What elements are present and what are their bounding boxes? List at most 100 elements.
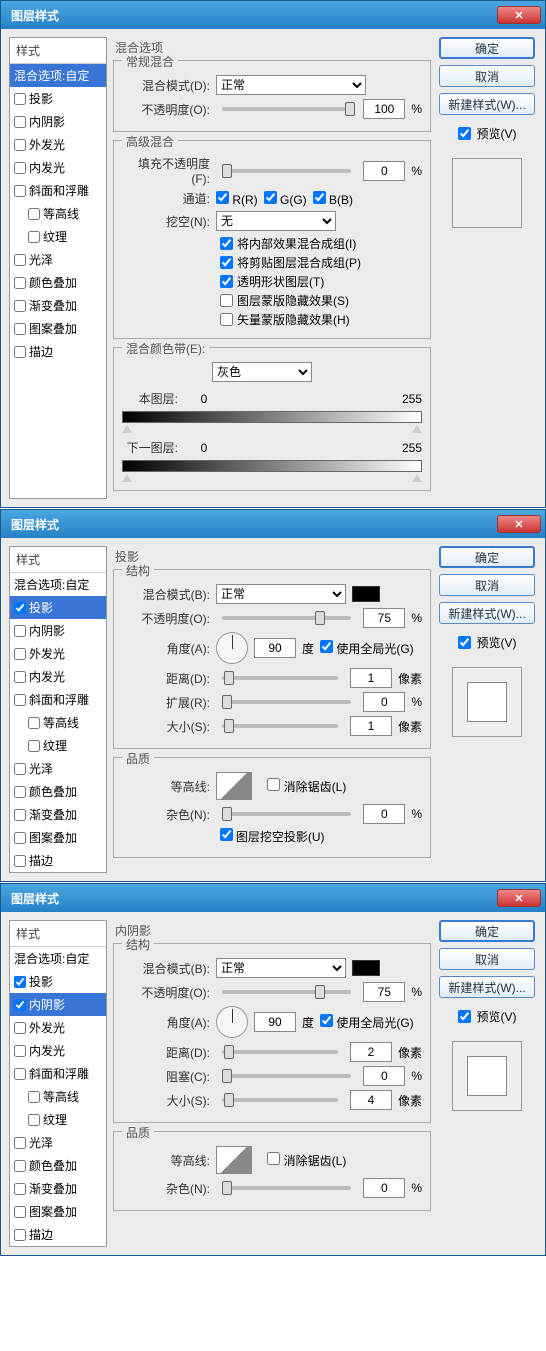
blend-mode-select[interactable]: 正常 bbox=[216, 75, 366, 95]
style-item-8[interactable]: 光泽 bbox=[10, 757, 106, 780]
style-checkbox[interactable] bbox=[14, 1022, 26, 1034]
titlebar[interactable]: 图层样式✕ bbox=[1, 1, 545, 29]
global-light-checkbox[interactable] bbox=[320, 640, 333, 653]
style-checkbox[interactable] bbox=[14, 809, 26, 821]
style-item-11[interactable]: 图案叠加 bbox=[10, 826, 106, 849]
ok-button[interactable]: 确定 bbox=[439, 37, 535, 59]
style-checkbox[interactable] bbox=[14, 976, 26, 988]
layer-knockout-checkbox[interactable] bbox=[220, 828, 233, 841]
style-item-12[interactable]: 描边 bbox=[10, 340, 106, 363]
style-checkbox[interactable] bbox=[14, 1229, 26, 1241]
new-style-button[interactable]: 新建样式(W)... bbox=[439, 976, 535, 998]
style-item-5[interactable]: 斜面和浮雕 bbox=[10, 179, 106, 202]
channel-r[interactable] bbox=[216, 191, 229, 204]
style-item-8[interactable]: 光泽 bbox=[10, 1131, 106, 1154]
slider[interactable] bbox=[222, 700, 351, 704]
style-checkbox[interactable] bbox=[14, 786, 26, 798]
style-item-8[interactable]: 光泽 bbox=[10, 248, 106, 271]
slider[interactable] bbox=[222, 724, 338, 728]
style-item-4[interactable]: 内发光 bbox=[10, 156, 106, 179]
slider[interactable] bbox=[222, 990, 351, 994]
slider[interactable] bbox=[222, 1050, 338, 1054]
adv-opt-c1[interactable] bbox=[220, 237, 233, 250]
cancel-button[interactable]: 取消 bbox=[439, 574, 535, 596]
blendif-select[interactable]: 灰色 bbox=[212, 362, 312, 382]
style-item-1[interactable]: 投影 bbox=[10, 970, 106, 993]
titlebar[interactable]: 图层样式✕ bbox=[1, 510, 545, 538]
style-item-7[interactable]: 纹理 bbox=[10, 1108, 106, 1131]
channel-b[interactable] bbox=[313, 191, 326, 204]
value-input[interactable] bbox=[350, 1090, 392, 1110]
value-input[interactable] bbox=[363, 692, 405, 712]
style-checkbox[interactable] bbox=[14, 1160, 26, 1172]
style-item-10[interactable]: 渐变叠加 bbox=[10, 294, 106, 317]
antialias-checkbox[interactable] bbox=[267, 778, 280, 791]
style-item-2[interactable]: 内阴影 bbox=[10, 619, 106, 642]
style-item-11[interactable]: 图案叠加 bbox=[10, 317, 106, 340]
preview-checkbox[interactable] bbox=[458, 1010, 471, 1023]
value-input[interactable] bbox=[363, 1178, 405, 1198]
style-checkbox[interactable] bbox=[28, 1091, 40, 1103]
style-item-4[interactable]: 内发光 bbox=[10, 1039, 106, 1062]
style-item-7[interactable]: 纹理 bbox=[10, 225, 106, 248]
style-item-1[interactable]: 投影 bbox=[10, 87, 106, 110]
style-checkbox[interactable] bbox=[14, 694, 26, 706]
slider[interactable] bbox=[222, 107, 351, 111]
style-item-9[interactable]: 颜色叠加 bbox=[10, 271, 106, 294]
style-checkbox[interactable] bbox=[14, 346, 26, 358]
slider[interactable] bbox=[222, 812, 351, 816]
cancel-button[interactable]: 取消 bbox=[439, 948, 535, 970]
contour-picker[interactable] bbox=[216, 772, 252, 800]
style-checkbox[interactable] bbox=[14, 999, 26, 1011]
adv-opt-c4[interactable] bbox=[220, 294, 233, 307]
style-checkbox[interactable] bbox=[14, 1183, 26, 1195]
style-item-0[interactable]: 混合选项:自定 bbox=[10, 64, 106, 87]
titlebar[interactable]: 图层样式✕ bbox=[1, 884, 545, 912]
style-checkbox[interactable] bbox=[28, 231, 40, 243]
style-item-3[interactable]: 外发光 bbox=[10, 133, 106, 156]
value-input[interactable] bbox=[363, 608, 405, 628]
style-item-7[interactable]: 纹理 bbox=[10, 734, 106, 757]
style-checkbox[interactable] bbox=[14, 116, 26, 128]
style-checkbox[interactable] bbox=[14, 1137, 26, 1149]
style-item-12[interactable]: 描边 bbox=[10, 849, 106, 872]
style-checkbox[interactable] bbox=[14, 277, 26, 289]
style-checkbox[interactable] bbox=[14, 648, 26, 660]
slider[interactable] bbox=[222, 616, 351, 620]
style-item-6[interactable]: 等高线 bbox=[10, 1085, 106, 1108]
adv-opt-c5[interactable] bbox=[220, 313, 233, 326]
style-checkbox[interactable] bbox=[14, 93, 26, 105]
angle-wheel[interactable] bbox=[216, 632, 248, 664]
style-checkbox[interactable] bbox=[28, 740, 40, 752]
this-layer-gradient[interactable] bbox=[122, 411, 422, 423]
adv-opt-c3[interactable] bbox=[220, 275, 233, 288]
slider[interactable] bbox=[222, 1098, 338, 1102]
global-light-checkbox[interactable] bbox=[320, 1014, 333, 1027]
style-item-10[interactable]: 渐变叠加 bbox=[10, 1177, 106, 1200]
style-item-1[interactable]: 投影 bbox=[10, 596, 106, 619]
next-layer-gradient[interactable] bbox=[122, 460, 422, 472]
value-input[interactable] bbox=[363, 804, 405, 824]
style-item-2[interactable]: 内阴影 bbox=[10, 993, 106, 1016]
angle-wheel[interactable] bbox=[216, 1006, 248, 1038]
style-item-3[interactable]: 外发光 bbox=[10, 642, 106, 665]
angle-input[interactable] bbox=[254, 1012, 296, 1032]
angle-input[interactable] bbox=[254, 638, 296, 658]
value-input[interactable] bbox=[363, 982, 405, 1002]
style-item-11[interactable]: 图案叠加 bbox=[10, 1200, 106, 1223]
value-input[interactable] bbox=[363, 1066, 405, 1086]
knockout-select[interactable]: 无 bbox=[216, 211, 336, 231]
style-checkbox[interactable] bbox=[14, 323, 26, 335]
value-input[interactable] bbox=[350, 1042, 392, 1062]
style-checkbox[interactable] bbox=[28, 208, 40, 220]
close-button[interactable]: ✕ bbox=[497, 6, 541, 24]
style-checkbox[interactable] bbox=[14, 139, 26, 151]
cancel-button[interactable]: 取消 bbox=[439, 65, 535, 87]
style-checkbox[interactable] bbox=[14, 1045, 26, 1057]
style-item-4[interactable]: 内发光 bbox=[10, 665, 106, 688]
style-checkbox[interactable] bbox=[14, 832, 26, 844]
style-checkbox[interactable] bbox=[14, 625, 26, 637]
slider[interactable] bbox=[222, 1074, 351, 1078]
blend-mode-select[interactable]: 正常 bbox=[216, 584, 346, 604]
slider[interactable] bbox=[222, 676, 338, 680]
